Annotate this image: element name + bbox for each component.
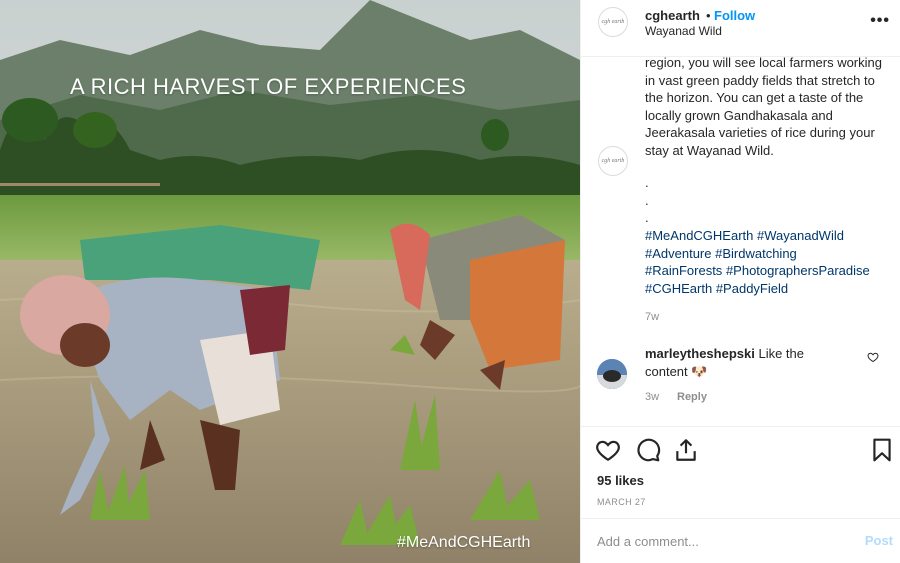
photo-hashtag: #MeAndCGHEarth: [397, 534, 531, 551]
likes-count[interactable]: 95 likes: [597, 473, 644, 488]
caption-author-avatar[interactable]: cgh earth: [598, 146, 628, 176]
add-comment-bar: Post: [581, 518, 900, 563]
post-actions: 95 likes MARCH 27: [581, 426, 900, 518]
comment-input[interactable]: [597, 531, 827, 551]
comment-timestamp: 3w: [645, 391, 660, 403]
post-date: MARCH 27: [597, 497, 646, 507]
post-photo: A RICH HARVEST OF EXPERIENCES #MeAndCGHE…: [0, 0, 580, 563]
caption-timestamp[interactable]: 7w: [645, 311, 659, 323]
hashtag-link[interactable]: #CGHEarth: [645, 281, 712, 296]
hashtag-link[interactable]: #Adventure: [645, 246, 712, 261]
avatar-logo-text: cgh earth: [601, 19, 625, 25]
comment-like-heart-icon[interactable]: [867, 351, 879, 363]
caption-dot: .: [645, 175, 649, 190]
commenter-photo: [597, 359, 627, 389]
share-icon[interactable]: [673, 437, 699, 463]
hashtag-link[interactable]: #Birdwatching: [715, 246, 797, 261]
caption-dot: .: [645, 210, 649, 225]
username-link[interactable]: cghearth: [645, 8, 700, 23]
hashtag-link[interactable]: #WayanadWild: [757, 228, 844, 243]
comment-emoji: 🐶: [691, 363, 708, 379]
separator-dot: •: [706, 8, 711, 23]
comment-text: marleytheshepski Like the content 🐶: [645, 345, 845, 380]
location-link[interactable]: Wayanad Wild: [645, 24, 722, 38]
hashtag-link[interactable]: #MeAndCGHEarth: [645, 228, 753, 243]
bookmark-icon[interactable]: [869, 437, 895, 463]
hashtag-link[interactable]: #RainForests: [645, 263, 722, 278]
caption-dots: . . .: [645, 174, 649, 227]
more-options-icon[interactable]: •••: [870, 12, 890, 30]
post-side-panel: cgh earth cghearth • Follow Wayanad Wild…: [580, 0, 900, 563]
hashtag-link[interactable]: #PaddyField: [716, 281, 788, 296]
caption-dot: .: [645, 192, 649, 208]
follow-button[interactable]: Follow: [714, 8, 755, 23]
caption-hashtags: #MeAndCGHEarth #WayanadWild #Adventure #…: [645, 227, 895, 297]
like-heart-icon[interactable]: [595, 437, 621, 463]
avatar-logo-text: cgh earth: [601, 158, 625, 164]
caption-text: region, you will see local farmers worki…: [645, 57, 882, 158]
comments-section[interactable]: cgh earth region, you will see local far…: [581, 57, 900, 426]
hashtag-link[interactable]: #PhotographersParadise: [726, 263, 870, 278]
commenter-avatar[interactable]: [597, 359, 627, 389]
post-header: cgh earth cghearth • Follow Wayanad Wild…: [581, 0, 900, 57]
profile-avatar[interactable]: cgh earth: [598, 7, 628, 37]
reply-button[interactable]: Reply: [677, 391, 707, 403]
commenter-username[interactable]: marleytheshepski: [645, 346, 755, 361]
photo-headline: A RICH HARVEST OF EXPERIENCES: [70, 74, 467, 99]
comment-bubble-icon[interactable]: [635, 437, 661, 463]
post-comment-button[interactable]: Post: [865, 533, 893, 548]
